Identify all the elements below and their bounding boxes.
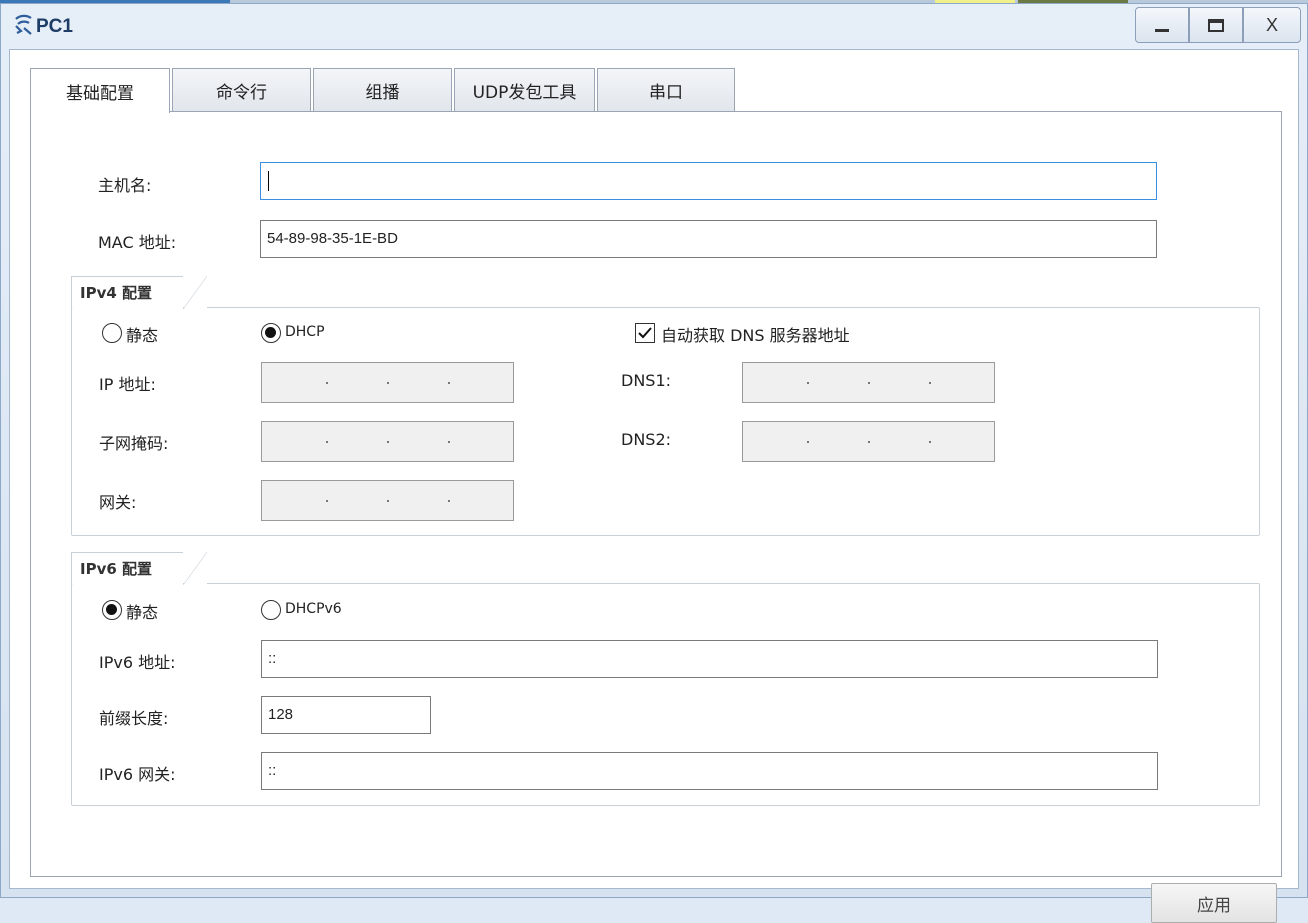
ipv4-gateway-label: 网关: bbox=[99, 493, 137, 512]
ipv6-gateway-field[interactable]: :: bbox=[261, 752, 1158, 790]
mac-address-field[interactable]: 54-89-98-35-1E-BD bbox=[260, 220, 1157, 258]
tab-udp-tool[interactable]: UDP发包工具 bbox=[454, 68, 595, 112]
basic-config-panel: 主机名: MAC 地址: 54-89-98-35-1E-BD IPv4 配置 静… bbox=[30, 111, 1282, 923]
ipv6-gateway-label: IPv6 网关: bbox=[99, 765, 176, 784]
auto-dns-checkbox-icon[interactable] bbox=[635, 323, 655, 343]
pc1-config-window: PC1 X 基础配置 命令行 组播 UDP发包工具 串口 主机名: MAC 地址… bbox=[0, 3, 1308, 923]
tab-label: UDP发包工具 bbox=[472, 83, 577, 103]
tab-serial[interactable]: 串口 bbox=[597, 68, 735, 112]
tab-multicast[interactable]: 组播 bbox=[313, 68, 452, 112]
ipv6-static-radio-icon[interactable] bbox=[102, 600, 122, 620]
maximize-icon bbox=[1208, 18, 1224, 32]
tab-label: 组播 bbox=[365, 83, 400, 103]
ipv4-static-label[interactable]: 静态 bbox=[126, 322, 158, 346]
ipv6-group-title: IPv6 配置 bbox=[71, 552, 207, 585]
client-area: 基础配置 命令行 组播 UDP发包工具 串口 主机名: MAC 地址: 54-8… bbox=[9, 49, 1299, 923]
ipv4-ip-field[interactable] bbox=[261, 362, 514, 403]
dns2-field[interactable] bbox=[742, 421, 995, 462]
minimize-button[interactable] bbox=[1135, 7, 1189, 43]
ipv6-config-group: IPv6 配置 静态 DHCPv6 IPv6 地址: :: 前缀长度: 128 … bbox=[71, 552, 1260, 806]
ipv6-dhcpv6-radio-icon[interactable] bbox=[261, 600, 281, 620]
auto-dns-label[interactable]: 自动获取 DNS 服务器地址 bbox=[661, 322, 850, 346]
ipv6-address-field[interactable]: :: bbox=[261, 640, 1158, 678]
text-caret bbox=[268, 171, 269, 192]
dns2-label: DNS2: bbox=[621, 430, 672, 449]
ipv6-gateway-value: :: bbox=[268, 762, 277, 779]
ipv4-mask-field[interactable] bbox=[261, 421, 514, 462]
ipv4-dhcp-label[interactable]: DHCP bbox=[285, 324, 325, 340]
tab-strip: 基础配置 命令行 组播 UDP发包工具 串口 bbox=[30, 68, 737, 113]
ipv4-static-radio-icon[interactable] bbox=[102, 323, 122, 343]
mac-value: 54-89-98-35-1E-BD bbox=[267, 230, 398, 247]
ipv4-gateway-field[interactable] bbox=[261, 480, 514, 521]
hostname-input[interactable] bbox=[260, 162, 1157, 200]
dns1-field[interactable] bbox=[742, 362, 995, 403]
ipv6-dhcpv6-label[interactable]: DHCPv6 bbox=[285, 601, 342, 617]
ipv4-mask-label: 子网掩码: bbox=[99, 434, 169, 453]
ipv6-static-label[interactable]: 静态 bbox=[126, 599, 158, 623]
tab-label: 命令行 bbox=[216, 83, 267, 103]
mac-label: MAC 地址: bbox=[98, 233, 177, 252]
apply-label: 应用 bbox=[1197, 895, 1231, 916]
hostname-label: 主机名: bbox=[98, 176, 152, 195]
ipv4-ip-label: IP 地址: bbox=[99, 375, 156, 394]
ipv6-address-value: :: bbox=[268, 650, 277, 667]
ipv4-config-group: IPv4 配置 静态 DHCP 自动获取 DNS 服务器地址 IP 地址: DN… bbox=[71, 276, 1260, 536]
ipv4-dhcp-radio-icon[interactable] bbox=[261, 323, 281, 343]
tab-label: 串口 bbox=[649, 83, 683, 103]
maximize-button[interactable] bbox=[1189, 7, 1243, 43]
ipv6-prefix-label: 前缀长度: bbox=[99, 709, 169, 728]
apply-button[interactable]: 应用 bbox=[1151, 883, 1277, 923]
minimize-icon bbox=[1155, 28, 1169, 32]
title-bar[interactable]: PC1 X bbox=[1, 4, 1307, 48]
close-button[interactable]: X bbox=[1243, 7, 1301, 43]
close-icon: X bbox=[1265, 14, 1278, 35]
tab-command-line[interactable]: 命令行 bbox=[172, 68, 311, 112]
tab-basic-config[interactable]: 基础配置 bbox=[30, 68, 170, 113]
ipv6-address-label: IPv6 地址: bbox=[99, 653, 176, 672]
window-title: PC1 bbox=[36, 16, 73, 37]
ipv4-group-title: IPv4 配置 bbox=[71, 276, 207, 309]
ipv6-prefix-value: 128 bbox=[268, 706, 294, 723]
network-pc-icon bbox=[13, 14, 35, 36]
ipv6-prefix-field[interactable]: 128 bbox=[261, 696, 431, 734]
tab-label: 基础配置 bbox=[66, 83, 134, 104]
dns1-label: DNS1: bbox=[621, 371, 672, 390]
